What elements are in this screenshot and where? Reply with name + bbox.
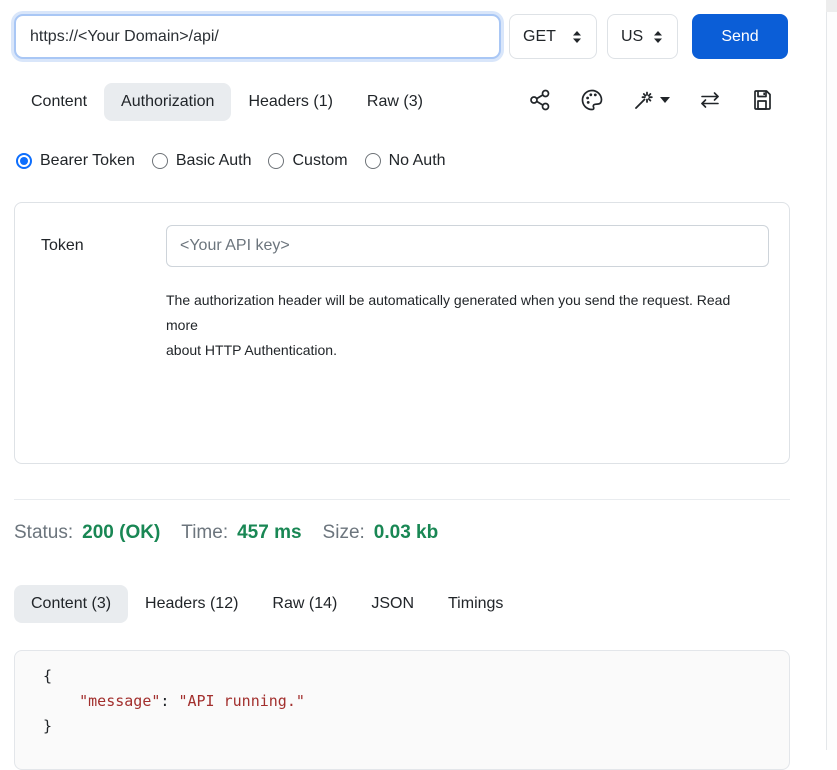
- section-divider: [14, 499, 790, 500]
- indent: [43, 692, 79, 710]
- radio-button: [268, 153, 284, 169]
- time-pair: Time: 457 ms: [181, 522, 301, 544]
- auth-type-options: Bearer Token Basic Auth Custom No Auth: [16, 152, 446, 170]
- magic-wand-dropdown-icon[interactable]: [632, 88, 670, 112]
- updown-arrows-icon: [571, 30, 583, 44]
- dropdown-caret-icon: [660, 97, 670, 103]
- radio-label: Custom: [292, 152, 347, 170]
- share-icon[interactable]: [528, 88, 552, 112]
- swap-arrows-icon[interactable]: [698, 88, 722, 112]
- size-label: Size:: [323, 522, 365, 544]
- radio-no-auth[interactable]: No Auth: [365, 152, 446, 170]
- radio-label: Basic Auth: [176, 152, 252, 170]
- token-help-line1: The authorization header will be automat…: [166, 288, 766, 338]
- radio-custom[interactable]: Custom: [268, 152, 347, 170]
- token-label: Token: [41, 237, 84, 255]
- radio-basic-auth[interactable]: Basic Auth: [152, 152, 252, 170]
- brace-open: {: [43, 667, 52, 685]
- method-select[interactable]: GET: [509, 14, 597, 59]
- code-line: }: [43, 714, 789, 739]
- radio-button-checked: [16, 153, 32, 169]
- response-summary: Status: 200 (OK) Time: 457 ms Size: 0.03…: [14, 522, 438, 544]
- token-input[interactable]: [166, 225, 769, 267]
- tab-response-content[interactable]: Content (3): [14, 585, 128, 623]
- token-help-text: The authorization header will be automat…: [166, 288, 766, 363]
- tab-raw[interactable]: Raw (3): [350, 83, 440, 121]
- token-help-line2: about HTTP Authentication.: [166, 338, 766, 363]
- page-scrollbar-cap: [826, 0, 837, 12]
- bearer-token-panel: Token The authorization header will be a…: [14, 202, 790, 464]
- brace-close: }: [43, 717, 52, 735]
- tab-headers[interactable]: Headers (1): [231, 83, 349, 121]
- status-value: 200 (OK): [82, 522, 160, 544]
- code-line: {: [43, 664, 789, 689]
- radio-button: [152, 153, 168, 169]
- request-tabs: Content Authorization Headers (1) Raw (3…: [14, 83, 440, 121]
- palette-icon[interactable]: [580, 88, 604, 112]
- send-button[interactable]: Send: [692, 14, 788, 59]
- page-scrollbar-track[interactable]: [826, 0, 837, 750]
- updown-arrows-icon: [652, 30, 664, 44]
- tab-content[interactable]: Content: [14, 83, 104, 121]
- time-label: Time:: [181, 522, 228, 544]
- save-icon[interactable]: [750, 88, 774, 112]
- tab-response-timings[interactable]: Timings: [431, 585, 520, 623]
- time-value: 457 ms: [237, 522, 301, 544]
- response-tabs: Content (3) Headers (12) Raw (14) JSON T…: [14, 585, 520, 623]
- radio-bearer-token[interactable]: Bearer Token: [16, 152, 135, 170]
- method-select-value: GET: [523, 28, 556, 46]
- response-body-code: { "message": "API running." }: [14, 650, 790, 770]
- json-key: "message": [79, 692, 160, 710]
- radio-label: Bearer Token: [40, 152, 135, 170]
- status-pair: Status: 200 (OK): [14, 522, 160, 544]
- tab-response-headers[interactable]: Headers (12): [128, 585, 255, 623]
- tab-response-raw[interactable]: Raw (14): [255, 585, 354, 623]
- json-value: "API running.": [178, 692, 304, 710]
- code-line: "message": "API running.": [43, 689, 789, 714]
- request-toolbar: [528, 88, 774, 112]
- url-input[interactable]: [14, 14, 501, 59]
- region-select-value: US: [621, 28, 643, 46]
- region-select[interactable]: US: [607, 14, 678, 59]
- tab-response-json[interactable]: JSON: [354, 585, 431, 623]
- size-value: 0.03 kb: [374, 522, 438, 544]
- radio-button: [365, 153, 381, 169]
- tab-authorization[interactable]: Authorization: [104, 83, 231, 121]
- json-separator: :: [160, 692, 178, 710]
- size-pair: Size: 0.03 kb: [323, 522, 439, 544]
- radio-label: No Auth: [389, 152, 446, 170]
- status-label: Status:: [14, 522, 73, 544]
